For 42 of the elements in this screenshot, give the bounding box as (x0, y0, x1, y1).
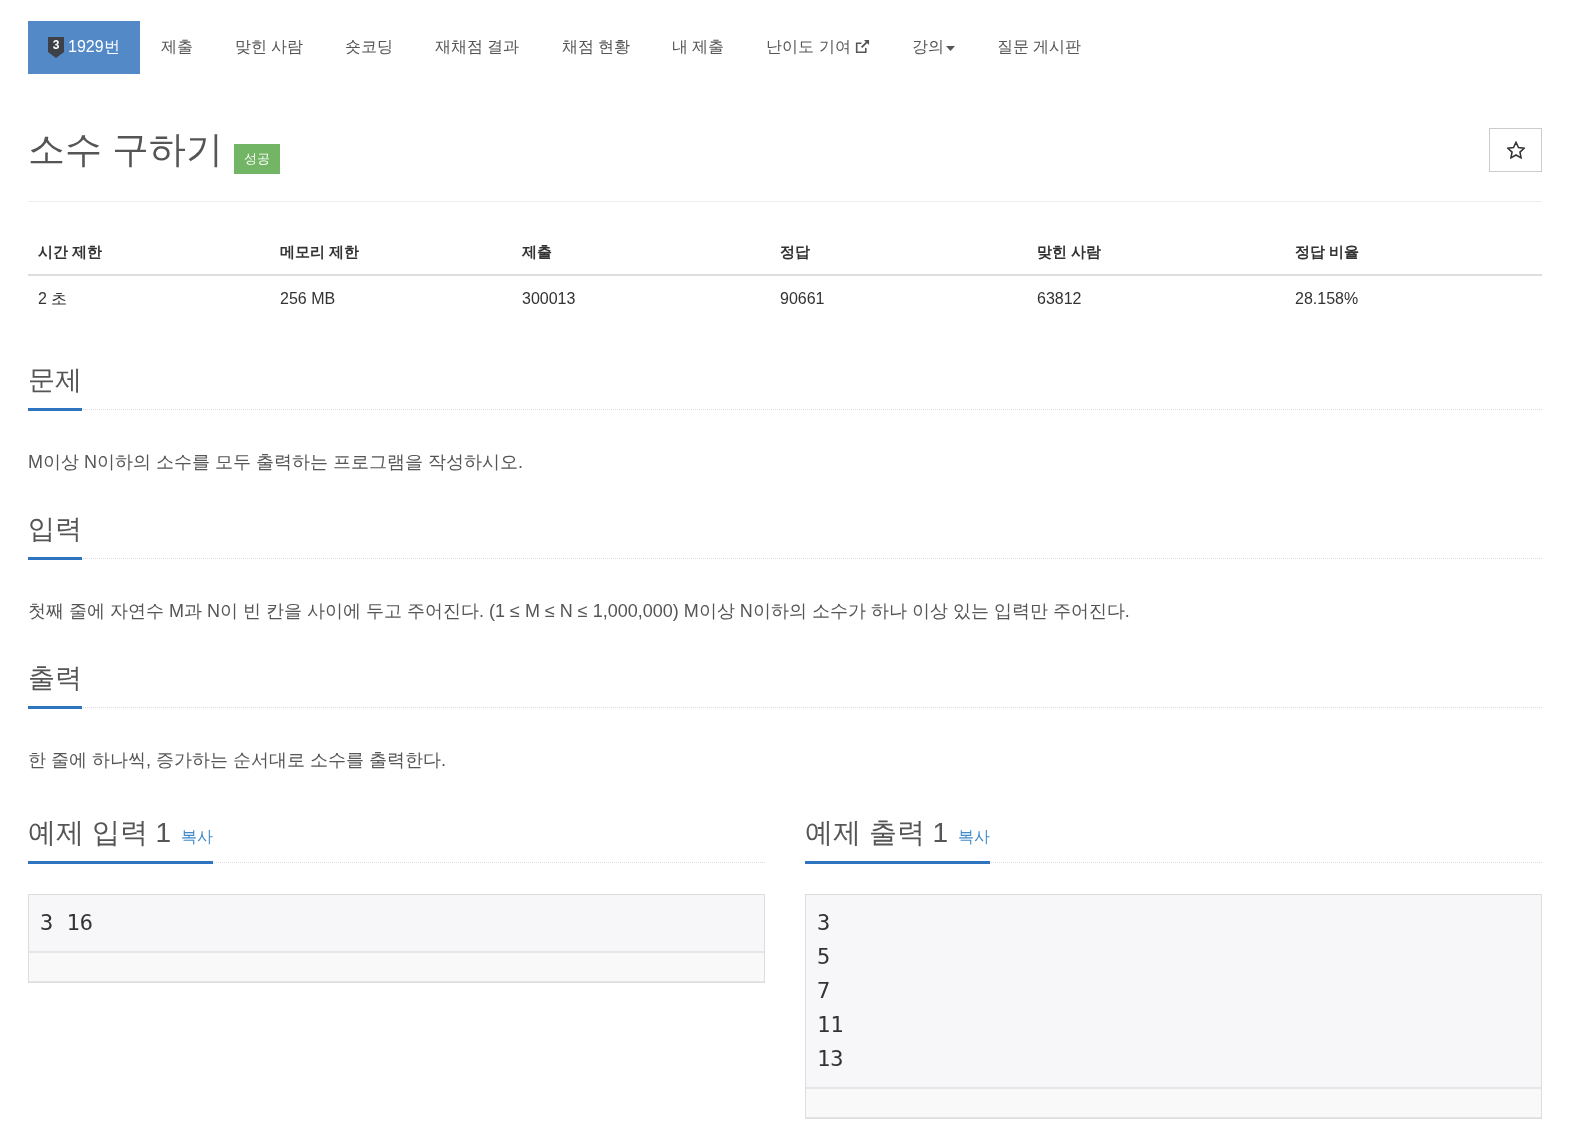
nav-tab[interactable]: 채점 현황 (540, 21, 651, 74)
nav-tab[interactable]: 3 1929번 (28, 21, 140, 74)
sample-text: 3 16 (39, 909, 94, 937)
table-cell: 90661 (770, 275, 1027, 321)
table-header: 시간 제한 (28, 228, 270, 275)
caret-icon (945, 46, 955, 51)
table-header: 맞힌 사람 (1027, 228, 1285, 275)
table-header: 제출 (512, 228, 770, 275)
horizontal-scrollbar[interactable] (806, 1087, 1541, 1118)
nav-tab[interactable]: 내 제출 (650, 21, 746, 74)
tier-badge: 3 (48, 37, 64, 58)
nav-tab[interactable]: 숏코딩 (324, 21, 415, 74)
nav-tab[interactable]: 난이도 기여 (745, 21, 891, 74)
table-cell: 63812 (1027, 275, 1285, 321)
sample-heading: 예제 출력 1 (805, 816, 949, 850)
favorite-button[interactable] (1489, 128, 1542, 172)
section-text: M이상 N이하의 소수를 모두 출력하는 프로그램을 작성하시오. (28, 451, 524, 474)
copy-link[interactable]: 복사 (958, 827, 991, 848)
section-heading: 입력 (28, 513, 82, 546)
section-heading: 문제 (28, 364, 82, 397)
nav-tab[interactable]: 강의 (890, 21, 976, 74)
table-cell: 256 MB (270, 275, 512, 321)
section-text: 첫째 줄에 자연수 M과 N이 빈 칸을 사이에 두고 주어진다. (1 ≤ M ≤ N ≤ 1,000,000) M이상 N이하의 소수가 하나 이상 있는 입력만 주어진다. (28, 600, 1131, 623)
nav-tab[interactable]: 맞힌 사람 (213, 21, 325, 74)
problem-title: 소수 구하기 (28, 128, 224, 172)
status-badge: 성공 (234, 144, 281, 174)
table-header: 메모리 제한 (270, 228, 512, 275)
horizontal-scrollbar[interactable] (29, 951, 764, 982)
sample-text: 3 5 7 11 13 (816, 909, 845, 1073)
section-heading: 출력 (28, 662, 82, 695)
external-link-icon (854, 38, 870, 54)
copy-link[interactable]: 복사 (181, 827, 214, 848)
sample-heading: 예제 입력 1 (28, 816, 172, 850)
table-header: 정답 비율 (1285, 228, 1542, 275)
table-cell: 28.158% (1285, 275, 1542, 321)
nav-tab[interactable]: 질문 게시판 (975, 21, 1103, 74)
nav-tab[interactable]: 재채점 결과 (414, 21, 541, 74)
table-cell: 2 초 (28, 275, 270, 321)
section-text: 한 줄에 하나씩, 증가하는 순서대로 소수를 출력한다. (28, 749, 447, 772)
nav-tab[interactable]: 제출 (139, 21, 214, 74)
table-header: 정답 (770, 228, 1027, 275)
table-cell: 300013 (512, 275, 770, 321)
